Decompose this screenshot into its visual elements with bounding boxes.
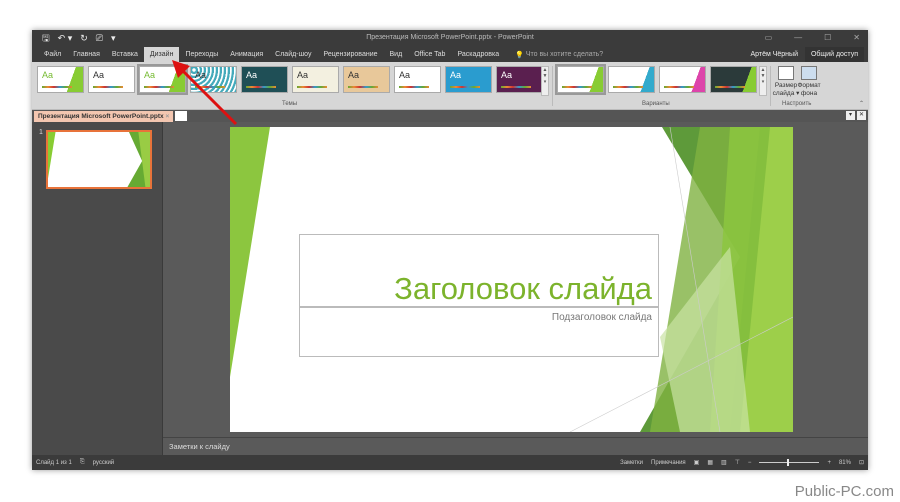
ribbon-options-button[interactable]: ▭ bbox=[765, 33, 773, 42]
document-tab[interactable]: Презентация Microsoft PowerPoint.pptx × bbox=[34, 110, 174, 122]
powerpoint-window: 🖫 ↶ ▾ ↻ ⎚ ▾ Презентация Microsoft PowerP… bbox=[32, 30, 868, 470]
theme-label: Aa bbox=[195, 70, 207, 80]
slide-canvas[interactable]: Заголовок слайда Подзаголовок слайда bbox=[230, 127, 793, 432]
theme-thumbnail[interactable]: Aa bbox=[292, 66, 339, 93]
tab-transitions[interactable]: Переходы bbox=[179, 47, 224, 62]
tell-me-input[interactable]: Что вы хотите сделать? bbox=[524, 47, 609, 62]
subtitle-placeholder[interactable]: Подзаголовок слайда bbox=[299, 307, 659, 357]
close-button[interactable]: ✕ bbox=[853, 33, 860, 42]
language-indicator[interactable]: русский bbox=[93, 460, 115, 466]
tab-review[interactable]: Рецензирование bbox=[317, 47, 383, 62]
new-tab-button[interactable] bbox=[175, 111, 188, 121]
theme-label: Aa bbox=[93, 70, 105, 80]
zoom-level[interactable]: 81% bbox=[839, 460, 851, 466]
variants-scrollbar[interactable]: ▲ ▼ ▾ bbox=[759, 66, 767, 96]
reading-view-icon[interactable]: ▥ bbox=[721, 459, 727, 466]
slide-thumbnail[interactable] bbox=[46, 130, 152, 189]
slide-size-icon bbox=[778, 66, 794, 80]
zoom-slider[interactable] bbox=[759, 459, 820, 466]
theme-label: Aa bbox=[246, 70, 258, 80]
variant-thumbnail[interactable] bbox=[710, 66, 757, 93]
tab-insert[interactable]: Вставка bbox=[106, 47, 144, 62]
theme-label: Aa bbox=[450, 70, 462, 80]
document-tabs: Презентация Microsoft PowerPoint.pptx × … bbox=[32, 110, 868, 122]
notes-pane[interactable]: Заметки к слайду bbox=[163, 437, 868, 455]
themes-group-label: Темы bbox=[282, 101, 298, 107]
theme-label: Aa bbox=[42, 70, 54, 80]
slide-sorter-icon[interactable]: ▦ bbox=[707, 459, 713, 466]
zoom-out-button[interactable]: − bbox=[748, 460, 752, 466]
tab-design[interactable]: Дизайн bbox=[143, 47, 180, 62]
themes-scrollbar[interactable]: ▲ ▼ ▾ bbox=[541, 66, 549, 96]
status-bar: Слайд 1 из 1 ⎘ русский Заметки Примечани… bbox=[32, 455, 868, 470]
collapse-ribbon-icon[interactable]: ⌃ bbox=[859, 100, 864, 107]
tab-slideshow[interactable]: Слайд-шоу bbox=[269, 47, 317, 62]
variant-thumbnail[interactable] bbox=[608, 66, 655, 93]
title-bar: 🖫 ↶ ▾ ↻ ⎚ ▾ Презентация Microsoft PowerP… bbox=[32, 30, 868, 47]
notes-button[interactable]: Заметки bbox=[620, 460, 643, 466]
tab-file[interactable]: Файл bbox=[38, 47, 67, 62]
variant-thumbnail[interactable] bbox=[659, 66, 706, 93]
format-background-button[interactable]: Формат фона bbox=[794, 66, 824, 98]
slide-subtitle[interactable]: Подзаголовок слайда bbox=[552, 312, 652, 323]
tab-storyboard[interactable]: Раскадровка bbox=[451, 47, 505, 62]
theme-thumbnail[interactable]: Aa bbox=[343, 66, 390, 93]
theme-thumbnail[interactable]: Aa bbox=[394, 66, 441, 93]
theme-thumbnail[interactable]: Aa bbox=[37, 66, 84, 93]
lightbulb-icon: 💡 bbox=[515, 51, 524, 59]
share-button[interactable]: Общий доступ bbox=[804, 47, 864, 62]
slide-number: 1 bbox=[39, 129, 43, 136]
window-title: Презентация Microsoft PowerPoint.pptx - … bbox=[366, 34, 534, 41]
slide-thumbnails-pane: 1 bbox=[32, 122, 163, 455]
themes-gallery: Aa Aa Aa Aa Aa Aa Aa Aa Aa Aa bbox=[37, 64, 543, 95]
minimize-button[interactable]: — bbox=[794, 33, 802, 42]
watermark: Public-PC.com bbox=[794, 483, 894, 500]
theme-label: Aa bbox=[144, 70, 156, 80]
slide-counter: Слайд 1 из 1 bbox=[36, 459, 72, 466]
comments-button[interactable]: Примечания bbox=[651, 460, 686, 466]
theme-thumbnail[interactable]: Aa bbox=[445, 66, 492, 93]
theme-thumbnail-selected[interactable]: Aa bbox=[137, 64, 188, 95]
tab-office-tab[interactable]: Office Tab bbox=[408, 47, 451, 62]
theme-label: Aa bbox=[297, 70, 309, 80]
theme-thumbnail[interactable]: Aa bbox=[190, 66, 237, 93]
format-background-icon bbox=[801, 66, 817, 80]
normal-view-icon[interactable]: ▣ bbox=[694, 459, 700, 466]
theme-thumbnail[interactable]: Aa bbox=[241, 66, 288, 93]
theme-label: Aa bbox=[501, 70, 513, 80]
customize-group-label: Настроить bbox=[782, 101, 812, 107]
format-background-label: Формат фона bbox=[797, 82, 821, 97]
theme-thumbnail[interactable]: Aa bbox=[496, 66, 543, 93]
document-tab-label: Презентация Microsoft PowerPoint.pptx bbox=[38, 112, 164, 120]
theme-label: Aa bbox=[348, 70, 360, 80]
ribbon-tabs: Файл Главная Вставка Дизайн Переходы Ани… bbox=[32, 47, 868, 62]
tab-view[interactable]: Вид bbox=[384, 47, 409, 62]
variants-group-label: Варианты bbox=[642, 101, 670, 107]
close-tab-icon[interactable]: × bbox=[165, 113, 169, 120]
close-doc-icon[interactable]: ✕ bbox=[857, 111, 866, 120]
theme-thumbnail[interactable]: Aa bbox=[88, 66, 135, 93]
zoom-in-button[interactable]: + bbox=[827, 460, 831, 466]
tab-list-icon[interactable]: ▾ bbox=[846, 111, 855, 120]
theme-label: Aa bbox=[399, 70, 411, 80]
slide-title[interactable]: Заголовок слайда bbox=[394, 271, 652, 307]
title-placeholder[interactable]: Заголовок слайда bbox=[299, 234, 659, 307]
ribbon: Aa Aa Aa Aa Aa Aa Aa Aa Aa Aa ▲ ▼ ▾ Темы ▲… bbox=[32, 62, 868, 110]
slide-editor: Заголовок слайда Подзаголовок слайда bbox=[163, 122, 868, 437]
spellcheck-icon[interactable]: ⎘ bbox=[80, 459, 85, 466]
maximize-button[interactable]: ☐ bbox=[824, 33, 831, 42]
user-name[interactable]: Артём Чёрный bbox=[750, 51, 798, 58]
fit-to-window-icon[interactable]: ⊡ bbox=[859, 459, 864, 466]
tab-animations[interactable]: Анимация bbox=[224, 47, 269, 62]
slideshow-icon[interactable]: ⊤ bbox=[735, 459, 740, 466]
variant-thumbnail[interactable] bbox=[555, 64, 606, 95]
tab-home[interactable]: Главная bbox=[67, 47, 106, 62]
